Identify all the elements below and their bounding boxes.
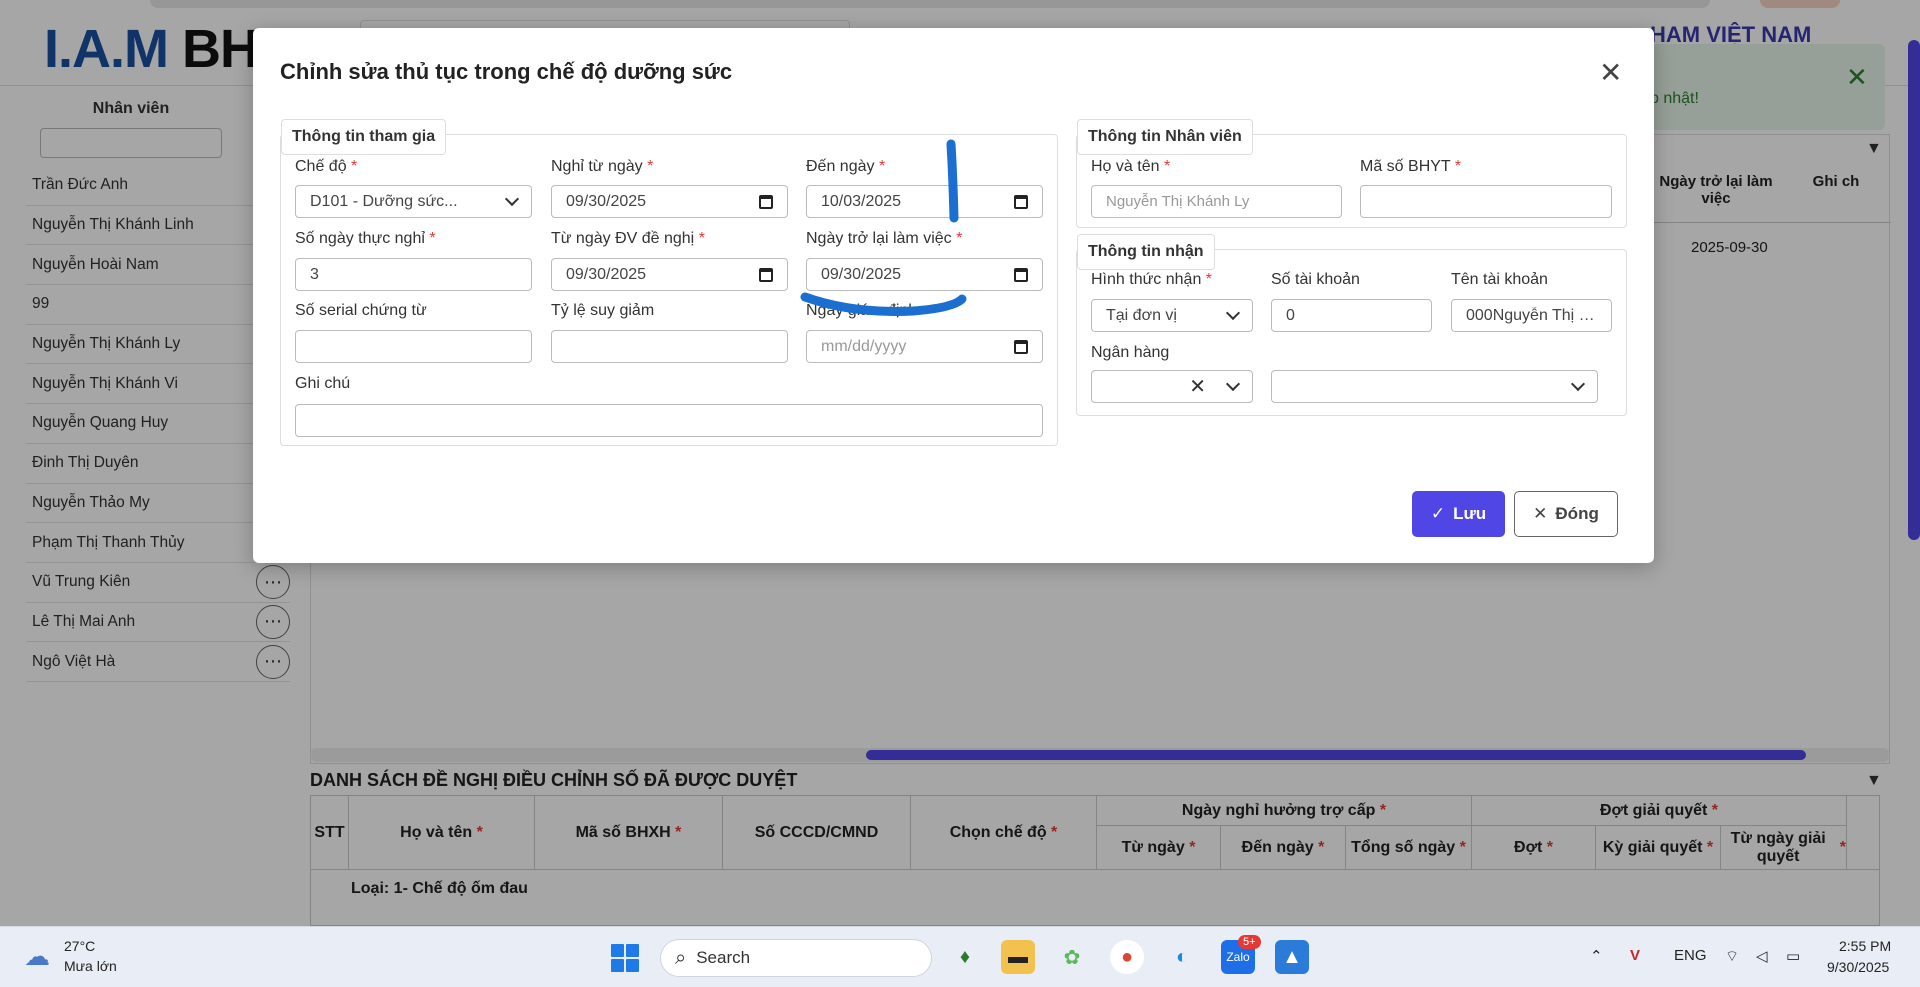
receive-legend: Thông tin nhận — [1077, 234, 1215, 270]
tu-ngay-dv-label: Từ ngày ĐV đề nghị * — [551, 230, 705, 247]
hinh-thuc-label: Hình thức nhận * — [1091, 271, 1213, 288]
save-button[interactable]: ✓ Lưu — [1412, 491, 1505, 537]
ty-le-label: Tỷ lệ suy giảm — [551, 302, 655, 319]
chevron-down-icon — [1225, 376, 1241, 391]
app-icon[interactable]: ✿ — [1055, 940, 1089, 974]
tu-ngay-dv-input[interactable]: 09/30/2025 — [551, 258, 788, 291]
file-explorer-icon[interactable]: ▬ — [1001, 940, 1035, 974]
dialog-title: Chỉnh sửa thủ tục trong chế độ dưỡng sức — [280, 59, 733, 84]
chrome-icon[interactable]: ● — [1110, 940, 1144, 974]
ho-ten-input[interactable]: Nguyễn Thị Khánh Ly — [1091, 185, 1342, 218]
ten-tk-label: Tên tài khoản — [1451, 271, 1548, 288]
ghi-chu-label: Ghi chú — [295, 375, 351, 392]
giam-dinh-input[interactable]: mm/dd/yyyy — [806, 330, 1043, 363]
che-do-label: Chế độ * — [295, 158, 358, 175]
giam-dinh-label: Ngày giám định — [806, 302, 918, 319]
calendar-icon[interactable] — [1014, 267, 1028, 282]
serial-input[interactable] — [295, 330, 532, 363]
so-tk-label: Số tài khoản — [1271, 271, 1360, 288]
search-icon: ⌕ — [675, 946, 687, 969]
so-ngay-label: Số ngày thực nghỉ * — [295, 230, 436, 247]
weather-icon[interactable]: ☁ — [24, 941, 50, 972]
photos-icon[interactable]: ▲ — [1275, 940, 1309, 974]
weather-description[interactable]: Mưa lớn — [64, 958, 117, 974]
ngan-hang-label: Ngân hàng — [1091, 344, 1170, 361]
chevron-up-icon[interactable]: ⌃ — [1590, 947, 1603, 965]
den-ngay-label: Đến ngày * — [806, 158, 886, 175]
mongodb-icon[interactable]: ♦ — [948, 940, 982, 974]
windows-taskbar: ☁ 27°C Mưa lớn ⌕ Search ♦ ▬ ✿ ● ◐ Zalo 5+… — [0, 926, 1920, 987]
clear-icon[interactable]: ✕ — [1189, 374, 1206, 399]
weather-temperature[interactable]: 27°C — [64, 938, 95, 954]
windows-start-icon[interactable] — [611, 944, 639, 972]
tro-lai-input[interactable]: 09/30/2025 — [806, 258, 1043, 291]
ghi-chu-input[interactable] — [295, 404, 1043, 437]
so-ngay-input[interactable]: 3 — [295, 258, 532, 291]
speaker-icon[interactable]: ◁ — [1756, 947, 1768, 965]
serial-label: Số serial chứng từ — [295, 302, 427, 319]
zalo-badge: 5+ — [1238, 935, 1261, 949]
check-icon: ✓ — [1430, 504, 1446, 523]
bhyt-label: Mã số BHYT * — [1360, 158, 1462, 175]
chevron-down-icon — [1225, 305, 1241, 320]
calendar-icon[interactable] — [1014, 194, 1028, 209]
ten-tk-input[interactable]: 000Nguyễn Thị Khá — [1451, 299, 1612, 332]
edit-procedure-dialog: Chỉnh sửa thủ tục trong chế độ dưỡng sức… — [253, 28, 1654, 563]
ty-le-input[interactable] — [551, 330, 788, 363]
language-indicator[interactable]: ENG — [1674, 947, 1707, 964]
participation-legend: Thông tin tham gia — [281, 119, 447, 155]
nghi-tu-ngay-input[interactable]: 09/30/2025 — [551, 185, 788, 218]
bhyt-input[interactable] — [1360, 185, 1612, 218]
ho-ten-label: Họ và tên * — [1091, 158, 1171, 175]
che-do-select[interactable]: D101 - Dưỡng sức... — [295, 185, 532, 218]
calendar-icon[interactable] — [1014, 339, 1028, 354]
calendar-icon[interactable] — [759, 194, 773, 209]
dialog-close-icon[interactable]: ✕ — [1599, 56, 1622, 89]
chevron-down-icon — [504, 191, 520, 206]
den-ngay-input[interactable]: 10/03/2025 — [806, 185, 1043, 218]
nghi-tu-ngay-label: Nghỉ từ ngày * — [551, 158, 654, 175]
close-button[interactable]: ✕ Đóng — [1514, 491, 1618, 537]
battery-icon[interactable]: ▭ — [1786, 947, 1800, 965]
ngan-hang-select[interactable]: ✕ — [1091, 370, 1253, 403]
chevron-down-icon — [1570, 376, 1586, 391]
calendar-icon[interactable] — [759, 267, 773, 282]
tro-lai-label: Ngày trở lại làm việc * — [806, 230, 963, 247]
edge-icon[interactable]: ◐ — [1165, 940, 1199, 974]
so-tk-input[interactable]: 0 — [1271, 299, 1432, 332]
taskbar-search[interactable]: ⌕ Search — [660, 939, 932, 977]
chi-nhanh-select[interactable] — [1271, 370, 1598, 403]
employee-legend: Thông tin Nhân viên — [1077, 119, 1253, 155]
hinh-thuc-select[interactable]: Tại đơn vị — [1091, 299, 1253, 332]
wifi-icon[interactable]: ⌔ — [1725, 947, 1739, 966]
clock-date[interactable]: 9/30/2025 — [1827, 959, 1889, 975]
close-icon: ✕ — [1533, 504, 1548, 523]
clock-time[interactable]: 2:55 PM — [1839, 938, 1891, 954]
tray-app-icon[interactable]: V — [1630, 947, 1640, 964]
